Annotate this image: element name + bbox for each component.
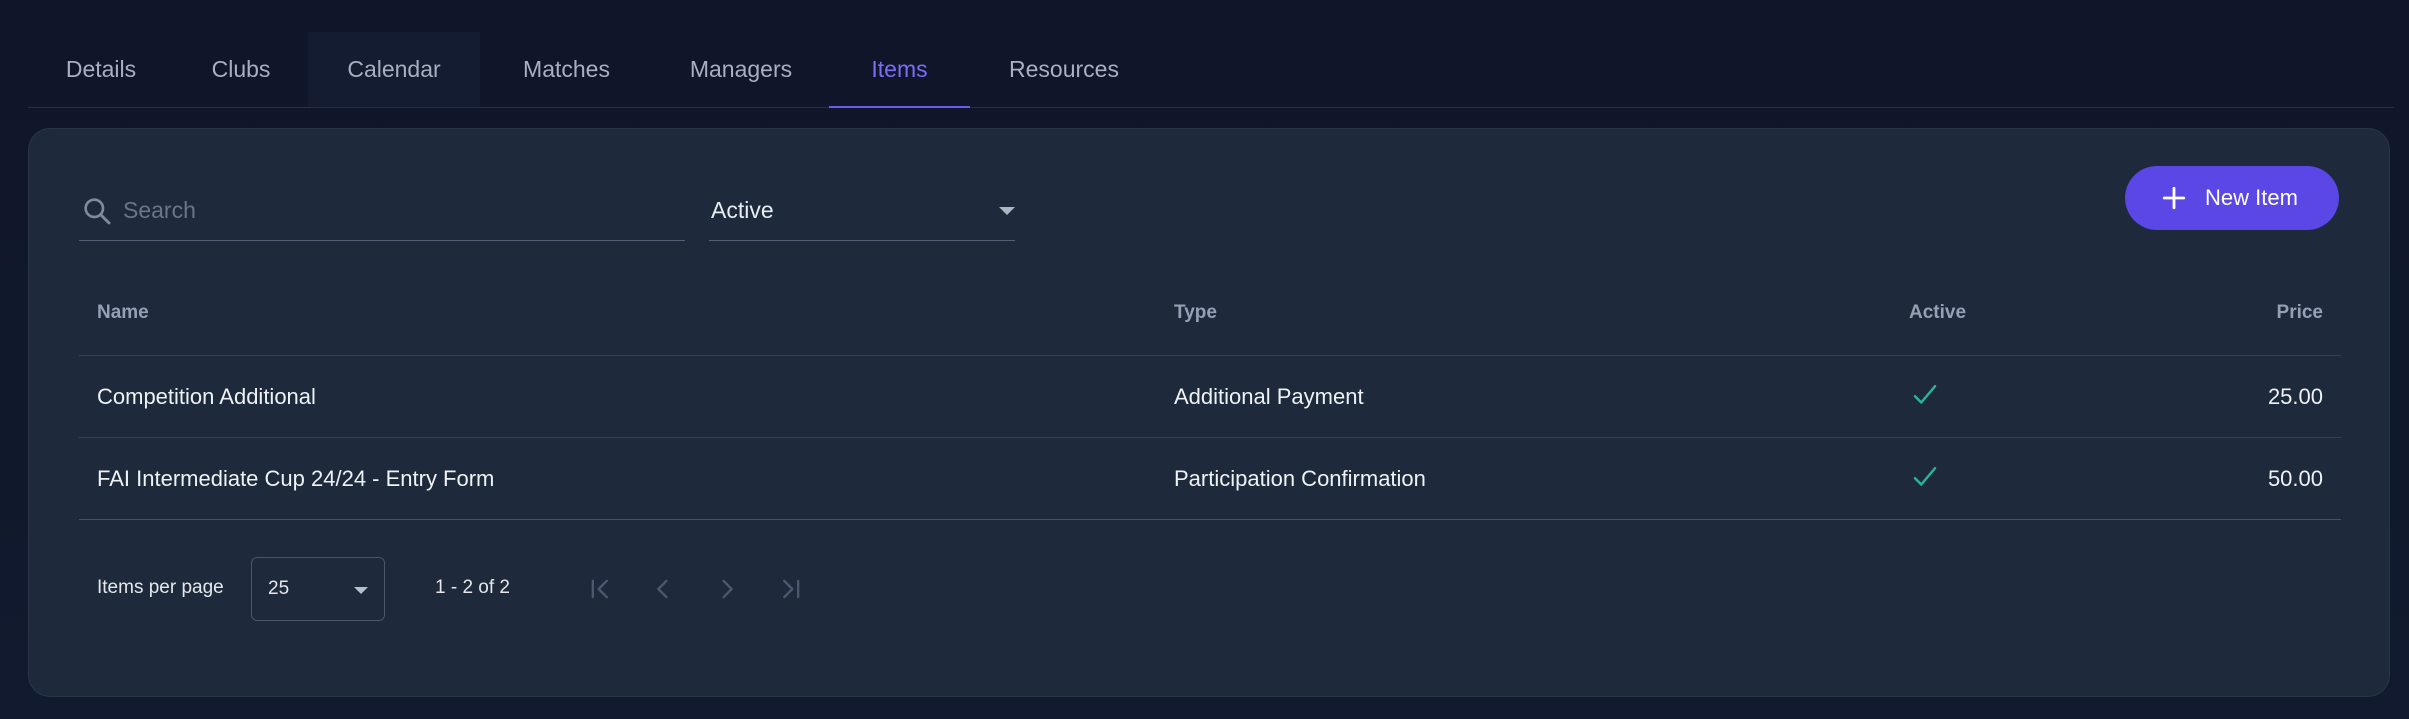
search-field [79, 181, 685, 241]
items-card: Active New Item Name Type Active Price C… [28, 128, 2390, 697]
page-range-label: 1 - 2 of 2 [435, 577, 510, 598]
tab-clubs[interactable]: Clubs [174, 32, 308, 107]
tab-resources[interactable]: Resources [970, 32, 1158, 107]
plus-icon [2162, 186, 2186, 210]
last-page-icon[interactable] [776, 575, 804, 603]
dropdown-arrow-icon [999, 207, 1015, 215]
new-item-label: New Item [2205, 185, 2298, 210]
status-filter-value: Active [711, 197, 774, 223]
page: Details Clubs Calendar Matches Managers … [0, 0, 2409, 719]
search-input[interactable] [123, 197, 663, 224]
items-table: Name Type Active Price Competition Addit… [79, 269, 2341, 520]
chevron-right-icon[interactable] [713, 575, 741, 603]
tab-matches[interactable]: Matches [480, 32, 653, 107]
table-header: Name Type Active Price [79, 269, 2341, 356]
cell-name: FAI Intermediate Cup 24/24 - Entry Form [97, 466, 495, 491]
new-item-button[interactable]: New Item [2125, 166, 2339, 230]
cell-price: 50.00 [2267, 466, 2323, 491]
tab-calendar[interactable]: Calendar [308, 32, 480, 107]
tab-managers[interactable]: Managers [653, 32, 829, 107]
items-per-page-value: 25 [268, 578, 290, 599]
items-per-page-label: Items per page [97, 577, 224, 598]
table-row[interactable]: FAI Intermediate Cup 24/24 - Entry Form … [79, 438, 2341, 520]
cell-name: Competition Additional [97, 384, 316, 409]
header-type[interactable]: Type [1174, 302, 1217, 324]
search-icon [84, 197, 111, 224]
header-active[interactable]: Active [1909, 302, 1966, 324]
tab-items[interactable]: Items [829, 32, 970, 108]
chevron-left-icon[interactable] [649, 575, 677, 603]
check-icon [1913, 385, 1937, 404]
cell-type: Additional Payment [1174, 384, 1364, 409]
table-row[interactable]: Competition Additional Additional Paymen… [79, 356, 2341, 438]
dropdown-arrow-icon [354, 587, 368, 594]
header-price[interactable]: Price [2277, 302, 2323, 324]
first-page-icon[interactable] [587, 575, 615, 603]
tab-bar: Details Clubs Calendar Matches Managers … [28, 32, 2394, 108]
header-name[interactable]: Name [97, 302, 149, 324]
tab-details[interactable]: Details [28, 32, 174, 107]
check-icon [1913, 467, 1937, 486]
cell-price: 25.00 [2267, 384, 2323, 409]
cell-type: Participation Confirmation [1174, 466, 1426, 491]
pagination: Items per page 25 1 - 2 of 2 [79, 557, 979, 621]
status-filter-select[interactable]: Active [709, 181, 1015, 241]
items-per-page-select[interactable]: 25 [251, 557, 385, 621]
